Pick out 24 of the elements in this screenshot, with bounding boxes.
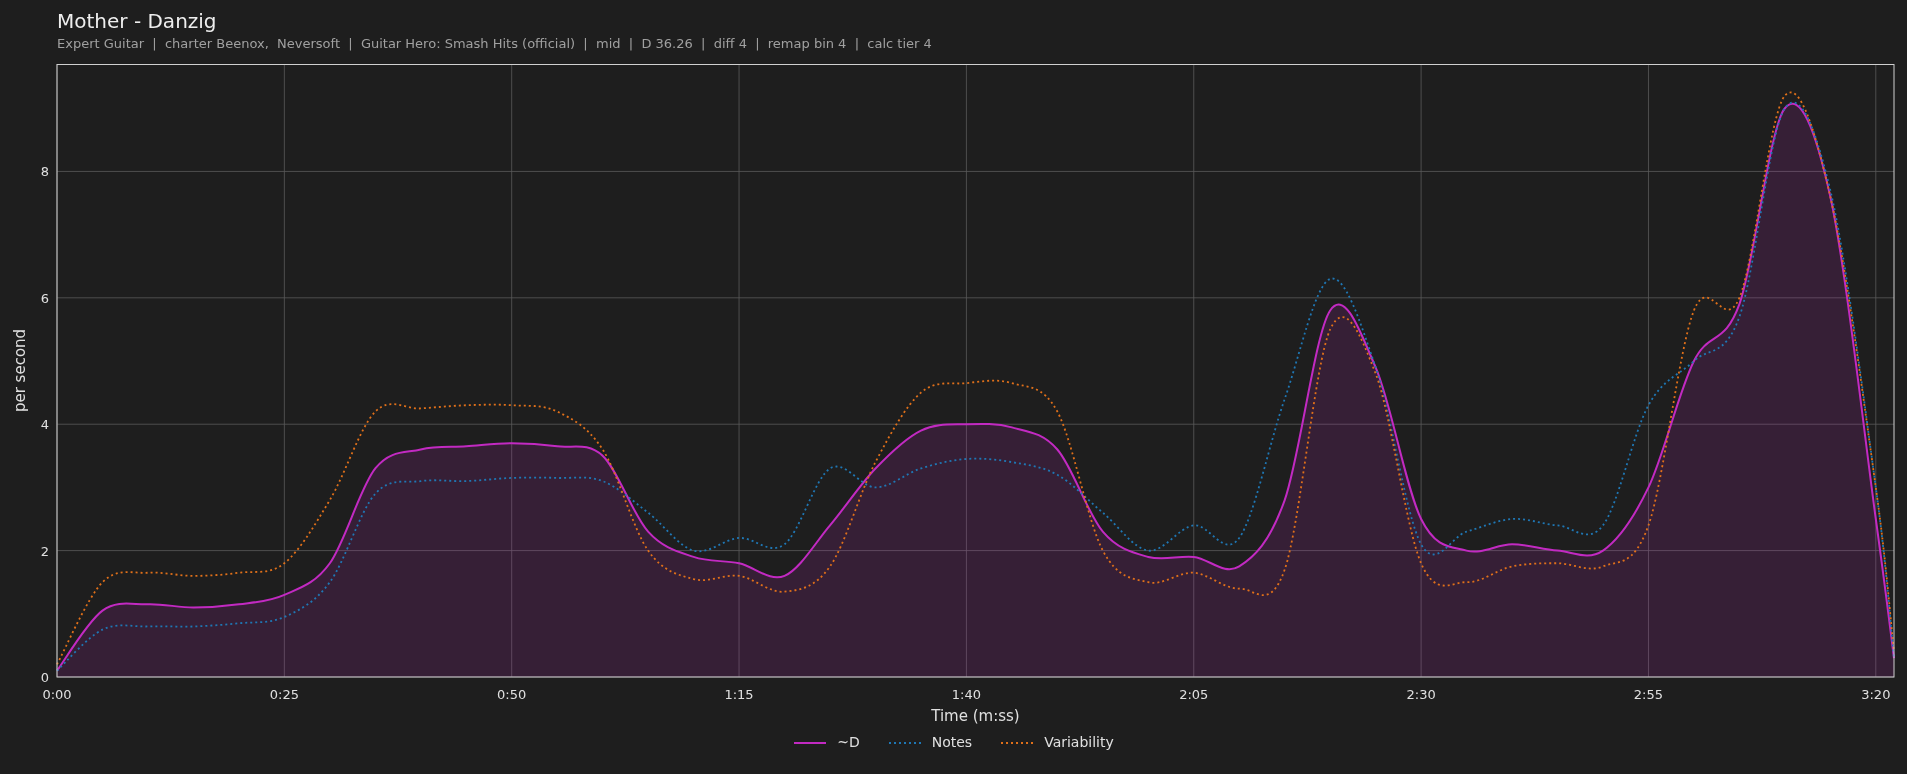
- chart-title: Mother - Danzig: [57, 8, 217, 34]
- x-tick-label: 3:20: [1861, 687, 1891, 702]
- x-axis-label: Time (m:ss): [931, 707, 1020, 725]
- legend-label: ~D: [837, 733, 860, 752]
- legend-label: Variability: [1044, 733, 1114, 752]
- y-tick-label: 6: [40, 290, 49, 306]
- legend-line-icon: [887, 739, 922, 746]
- legend-line-icon: [793, 739, 828, 746]
- y-tick-label: 4: [40, 417, 49, 433]
- x-tick-label: 0:50: [497, 687, 527, 702]
- x-tick-label: 0:00: [42, 687, 72, 702]
- x-tick-label: 1:40: [951, 687, 981, 702]
- y-tick-label: 2: [40, 543, 49, 559]
- x-tick-label: 2:55: [1633, 687, 1664, 702]
- x-tick-label: 1:15: [724, 687, 754, 702]
- legend-line-icon: [1000, 739, 1035, 746]
- legend-label: Notes: [931, 733, 973, 752]
- y-axis-label: per second: [11, 328, 29, 413]
- chart-subtitle: Expert Guitar | charter Beenox, Neversoft | Guitar Hero: Smash Hits (official) | mid | D 36.26 | diff 4 | remap bin 4 | calc tier 4: [57, 35, 932, 53]
- y-tick-label: 0: [40, 670, 49, 685]
- x-tick-label: 2:05: [1179, 687, 1209, 702]
- x-tick-label: 0:25: [269, 687, 299, 702]
- x-tick-label: 2:30: [1406, 687, 1436, 702]
- y-tick-label: 8: [40, 164, 49, 180]
